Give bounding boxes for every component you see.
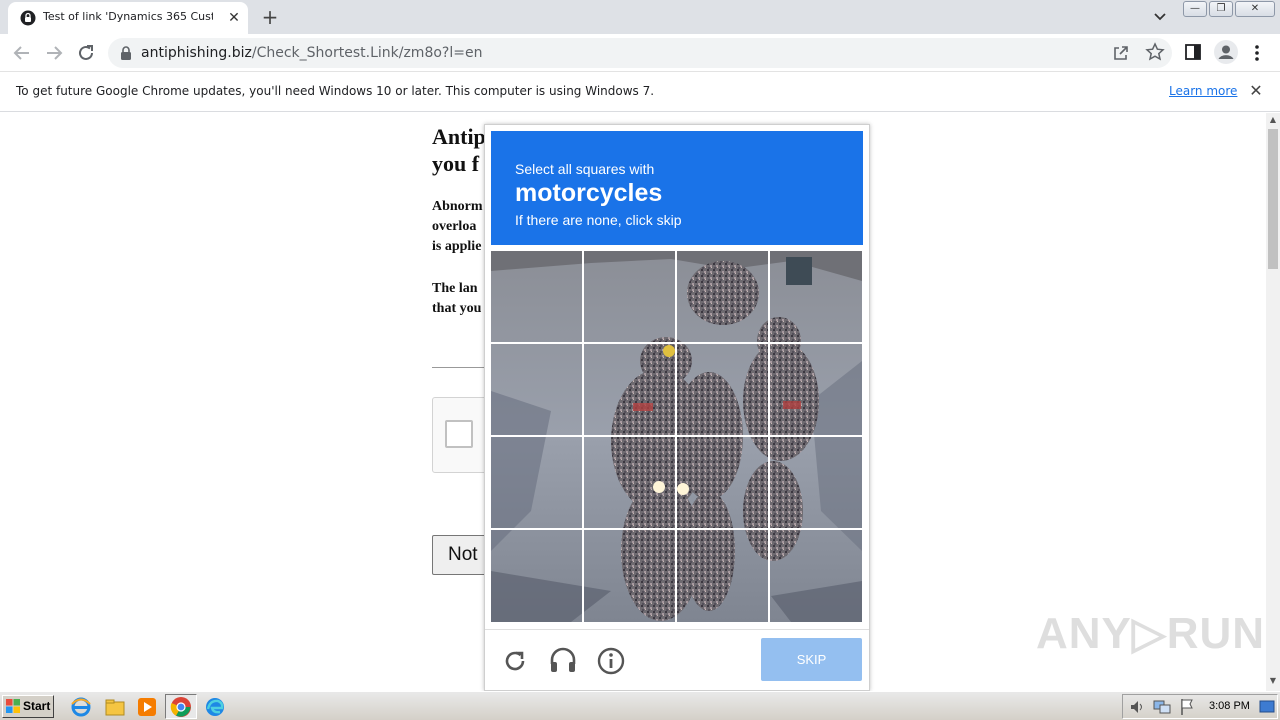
url-text[interactable]: antiphishing.biz/Check_Shortest.Link/zm8…	[141, 45, 482, 61]
media-player-icon[interactable]	[136, 696, 158, 718]
page-scrollbar[interactable]: ▲ ▼	[1266, 113, 1280, 691]
refresh-challenge-icon[interactable]	[501, 647, 529, 675]
grid-tile[interactable]	[584, 437, 676, 529]
tab-close-icon[interactable]: ✕	[224, 8, 244, 28]
bookmark-star-icon[interactable]	[1145, 42, 1165, 62]
side-panel-icon[interactable]	[1185, 44, 1201, 60]
grid-tile[interactable]	[677, 437, 769, 529]
chrome-icon	[170, 697, 191, 717]
page-divider	[432, 367, 492, 368]
action-center-flag-icon[interactable]	[1179, 698, 1195, 716]
address-bar[interactable]: antiphishing.biz/Check_Shortest.Link/zm8…	[108, 38, 1172, 68]
forward-arrow-icon[interactable]	[43, 42, 65, 64]
restore-button[interactable]: ❐	[1209, 1, 1233, 17]
start-label: Start	[23, 699, 51, 713]
recaptcha-checkbox[interactable]	[445, 420, 473, 448]
close-window-button[interactable]: ✕	[1235, 1, 1275, 17]
grid-tile[interactable]	[770, 530, 862, 622]
scroll-down-arrow-icon[interactable]: ▼	[1266, 676, 1280, 688]
lock-favicon-icon	[20, 10, 36, 26]
share-icon[interactable]	[1112, 44, 1130, 62]
grid-tile[interactable]	[491, 530, 583, 622]
grid-tile[interactable]	[677, 344, 769, 436]
network-icon[interactable]	[1153, 699, 1171, 715]
grid-tile[interactable]	[491, 437, 583, 529]
start-button[interactable]: Start	[2, 695, 54, 718]
url-path: /Check_Shortest.Link/zm8o?l=en	[251, 45, 483, 61]
browser-toolbar: antiphishing.biz/Check_Shortest.Link/zm8…	[0, 34, 1280, 72]
windows-flag-icon	[6, 699, 20, 713]
browser-tab[interactable]: Test of link 'Dynamics 365 Customer ✕	[8, 2, 248, 34]
grid-tile[interactable]	[677, 251, 769, 343]
grid-tile[interactable]	[491, 344, 583, 436]
learn-more-link[interactable]: Learn more	[1169, 84, 1237, 98]
grid-tile[interactable]	[770, 344, 862, 436]
internet-explorer-icon[interactable]	[70, 696, 92, 718]
challenge-hint: If there are none, click skip	[515, 212, 682, 228]
challenge-image-grid	[491, 251, 862, 622]
infobar-message: To get future Google Chrome updates, you…	[16, 84, 655, 98]
profile-avatar-icon[interactable]	[1214, 40, 1238, 64]
scroll-up-arrow-icon[interactable]: ▲	[1266, 115, 1280, 127]
grid-tile[interactable]	[491, 251, 583, 343]
grid-tile[interactable]	[584, 530, 676, 622]
tab-search-chevron-icon[interactable]	[1150, 8, 1170, 26]
grid-tile[interactable]	[677, 530, 769, 622]
new-tab-button[interactable]: +	[258, 5, 282, 29]
infobar-close-icon[interactable]: ✕	[1248, 82, 1264, 100]
lock-icon[interactable]	[120, 46, 132, 60]
minimize-button[interactable]: —	[1183, 1, 1207, 17]
system-tray: 3:08 PM	[1122, 694, 1278, 719]
taskbar-clock[interactable]: 3:08 PM	[1209, 700, 1250, 712]
tab-title: Test of link 'Dynamics 365 Customer	[43, 10, 213, 23]
challenge-footer-divider	[485, 629, 869, 630]
challenge-target-word: motorcycles	[515, 179, 663, 207]
headphones-audio-icon[interactable]	[548, 645, 578, 675]
grid-tile[interactable]	[584, 251, 676, 343]
challenge-header: Select all squares with motorcycles If t…	[491, 131, 863, 245]
scroll-thumb[interactable]	[1268, 129, 1278, 269]
grid-tile[interactable]	[584, 344, 676, 436]
url-host: antiphishing.biz	[141, 45, 252, 61]
tab-strip: Test of link 'Dynamics 365 Customer ✕ + …	[0, 0, 1280, 34]
kebab-menu-icon[interactable]	[1250, 42, 1264, 64]
back-arrow-icon[interactable]	[11, 42, 33, 64]
windows-taskbar: Start 3:08 PM	[0, 691, 1280, 720]
edge-icon[interactable]	[204, 696, 226, 718]
update-infobar: To get future Google Chrome updates, you…	[0, 72, 1280, 112]
show-desktop-icon[interactable]	[1259, 699, 1275, 715]
skip-button[interactable]: SKIP	[761, 638, 862, 681]
chrome-taskbar-button[interactable]	[165, 694, 197, 719]
reload-icon[interactable]	[75, 42, 97, 64]
info-icon[interactable]	[596, 646, 626, 676]
grid-tile[interactable]	[770, 251, 862, 343]
volume-icon[interactable]	[1129, 699, 1145, 715]
challenge-instruction: Select all squares with	[515, 161, 655, 177]
file-explorer-icon[interactable]	[104, 696, 126, 718]
anyrun-watermark: ANY▷RUN	[1036, 609, 1266, 658]
image-challenge-dialog: Select all squares with motorcycles If t…	[484, 124, 870, 691]
grid-tile[interactable]	[770, 437, 862, 529]
